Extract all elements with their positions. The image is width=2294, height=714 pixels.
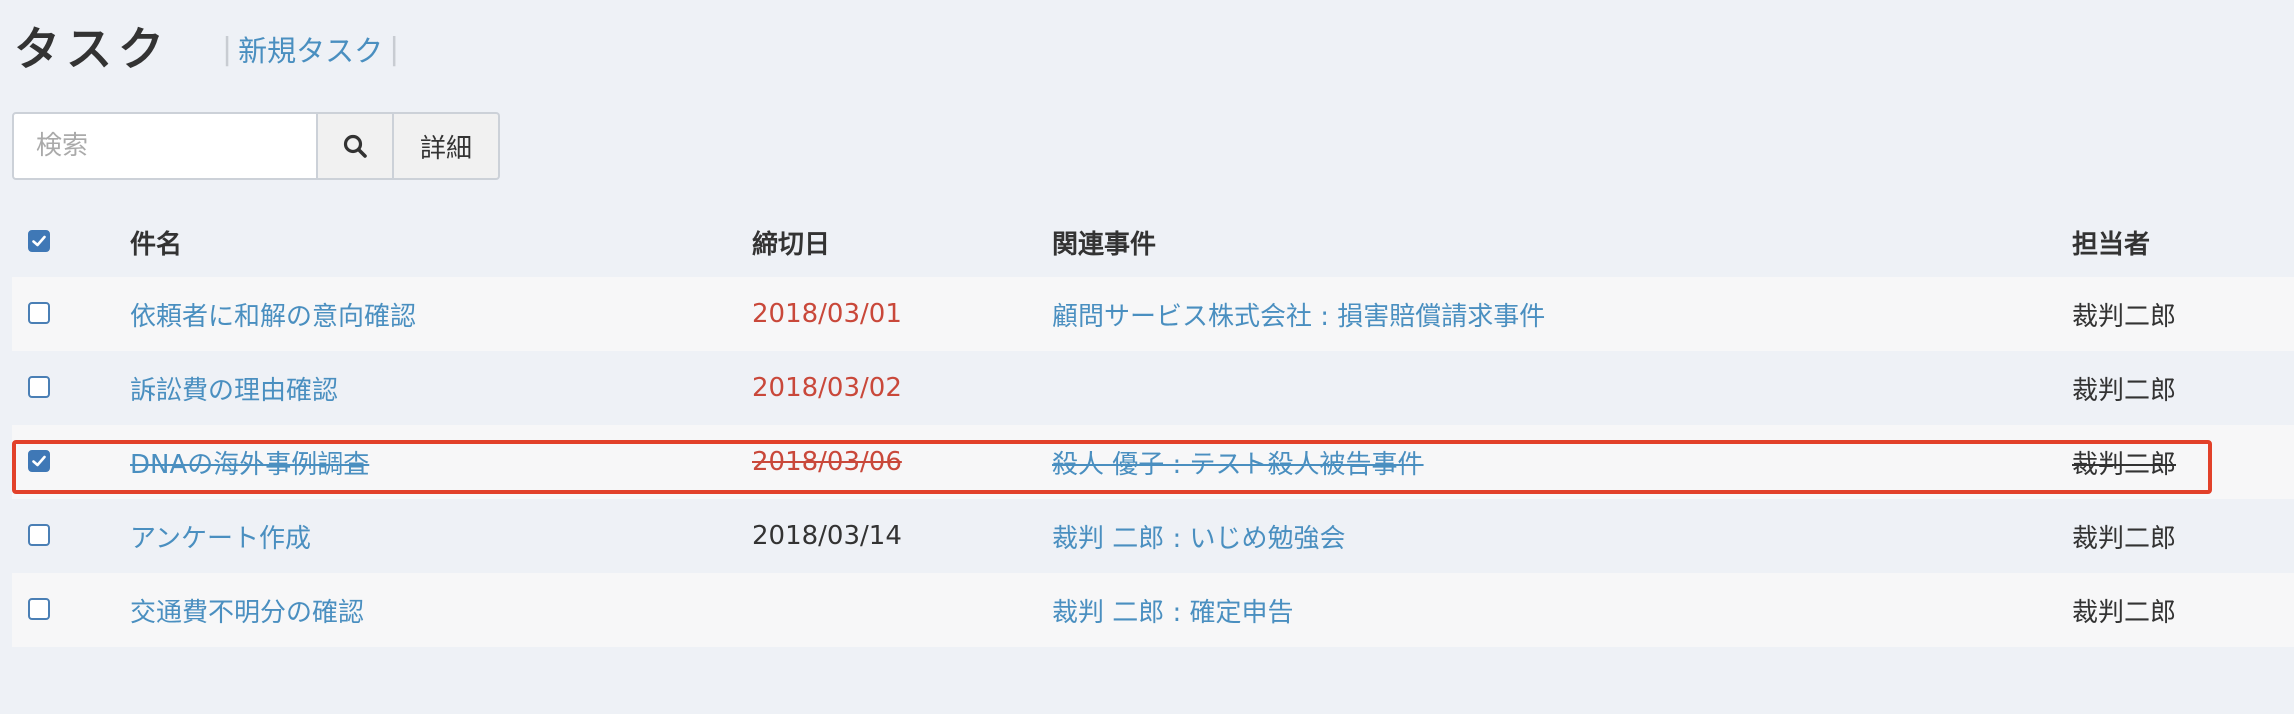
table-row: 依頼者に和解の意向確認 2018/03/01 顧問サービス株式会社 : 損害賠償請求…: [12, 277, 2294, 351]
task-page: タスク | 新規タスク | 詳細 件名 締切日 関連事件 担当者: [0, 0, 2294, 714]
column-header-name[interactable]: 件名: [130, 224, 182, 261]
separator: |: [222, 31, 233, 67]
header-actions: | 新規タスク |: [222, 28, 399, 70]
new-task-link[interactable]: 新規タスク: [238, 28, 383, 70]
check-icon: [32, 235, 46, 247]
row-checkbox-cell: [28, 376, 52, 400]
related-case-link[interactable]: 顧問サービス株式会社 : 損害賠償請求事件: [1052, 296, 1545, 333]
page-header: タスク | 新規タスク |: [14, 14, 399, 84]
check-icon: [32, 455, 46, 467]
due-date: 2018/03/02: [752, 373, 902, 403]
row-checkbox[interactable]: [28, 450, 50, 472]
search-icon: [343, 134, 367, 158]
task-table: 件名 締切日 関連事件 担当者 依頼者に和解の意向確認 2018/03/01 顧問サ…: [12, 207, 2294, 647]
search-input[interactable]: [12, 112, 318, 180]
row-checkbox[interactable]: [28, 376, 50, 398]
row-checkbox-cell: [28, 524, 52, 548]
search-button[interactable]: [318, 112, 394, 180]
search-bar: 詳細: [12, 112, 500, 180]
column-header-case[interactable]: 関連事件: [1052, 224, 1156, 261]
related-case-link[interactable]: 殺人 優子 : テスト殺人被告事件: [1052, 444, 1424, 481]
owner-name: 裁判二郎: [2072, 597, 2177, 628]
column-header-due[interactable]: 締切日: [752, 224, 830, 261]
row-checkbox[interactable]: [28, 598, 50, 620]
table-row: DNAの海外事例調査 2018/03/06 殺人 優子 : テスト殺人被告事件 裁判二…: [12, 425, 2294, 499]
select-all-cell: [28, 230, 52, 254]
due-date: 2018/03/01: [752, 299, 902, 329]
table-header: 件名 締切日 関連事件 担当者: [12, 207, 2294, 277]
row-checkbox[interactable]: [28, 302, 50, 324]
owner-name: 裁判二郎: [2072, 449, 2177, 480]
row-checkbox[interactable]: [28, 524, 50, 546]
table-row: 交通費不明分の確認 裁判 二郎 : 確定申告 裁判二郎: [12, 573, 2294, 647]
owner-name: 裁判二郎: [2072, 375, 2177, 406]
related-case-link[interactable]: 裁判 二郎 : いじめ勉強会: [1052, 518, 1346, 555]
column-header-owner[interactable]: 担当者: [2072, 224, 2150, 261]
owner-name: 裁判二郎: [2072, 523, 2177, 554]
due-date: 2018/03/14: [752, 521, 902, 551]
row-checkbox-cell: [28, 450, 52, 474]
owner-name: 裁判二郎: [2072, 301, 2177, 332]
task-name-link[interactable]: 訴訟費の理由確認: [130, 370, 338, 407]
related-case-link[interactable]: 裁判 二郎 : 確定申告: [1052, 592, 1294, 629]
separator: |: [389, 31, 400, 67]
task-name-link[interactable]: DNAの海外事例調査: [130, 444, 369, 481]
task-name-link[interactable]: 交通費不明分の確認: [130, 592, 364, 629]
task-name-link[interactable]: 依頼者に和解の意向確認: [130, 296, 416, 333]
task-name-link[interactable]: アンケート作成: [130, 518, 311, 555]
detail-search-button[interactable]: 詳細: [394, 112, 500, 180]
table-row: アンケート作成 2018/03/14 裁判 二郎 : いじめ勉強会 裁判二郎: [12, 499, 2294, 573]
table-body: 依頼者に和解の意向確認 2018/03/01 顧問サービス株式会社 : 損害賠償請求…: [12, 277, 2294, 647]
due-date: 2018/03/06: [752, 447, 902, 477]
page-title: タスク: [14, 22, 170, 76]
table-row: 訴訟費の理由確認 2018/03/02 裁判二郎: [12, 351, 2294, 425]
row-checkbox-cell: [28, 598, 52, 622]
select-all-checkbox[interactable]: [28, 230, 50, 252]
row-checkbox-cell: [28, 302, 52, 326]
